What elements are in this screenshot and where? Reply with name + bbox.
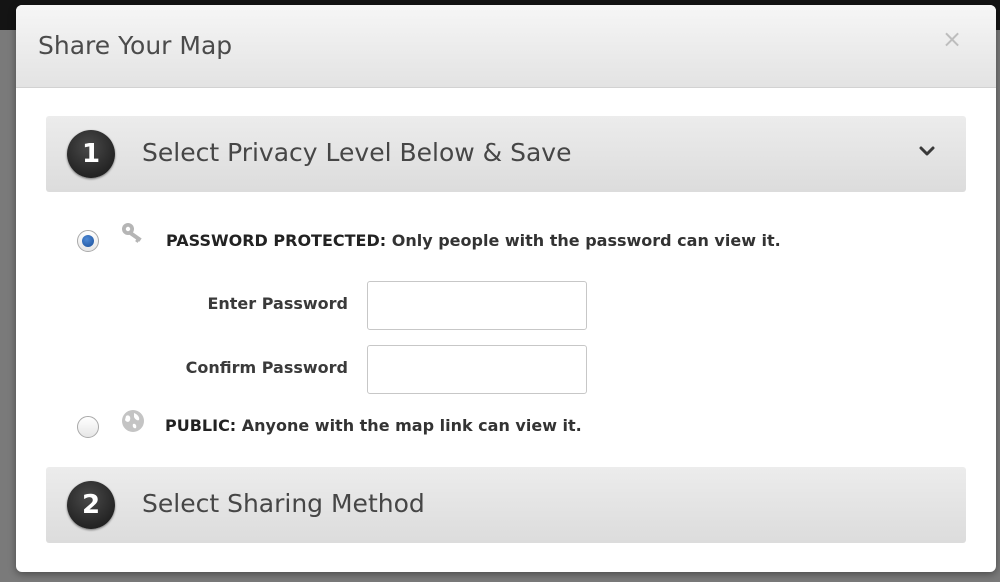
enter-password-label: Enter Password [207,294,348,313]
public-option-title: PUBLIC: [165,416,237,435]
share-map-modal: Share Your Map × 1 Select Privacy Level … [16,5,996,572]
step-privacy-level[interactable]: 1 Select Privacy Level Below & Save [46,116,966,192]
chevron-down-icon[interactable] [918,144,936,158]
close-icon[interactable]: × [940,27,964,51]
confirm-password-label: Confirm Password [185,358,348,377]
radio-public[interactable] [77,416,99,438]
password-option-description: Only people with the password can view i… [386,231,781,250]
modal-header: Share Your Map × [16,5,996,88]
step-number-badge: 2 [67,481,115,529]
globe-icon [122,410,144,432]
password-option-label: PASSWORD PROTECTED: Only people with the… [166,231,781,250]
public-option-description: Anyone with the map link can view it. [236,416,582,435]
modal-title: Share Your Map [38,31,233,60]
step-label: Select Privacy Level Below & Save [142,138,572,167]
step-label: Select Sharing Method [142,489,425,518]
key-icon [122,223,142,243]
radio-password-protected[interactable] [77,230,99,252]
step-sharing-method[interactable]: 2 Select Sharing Method [46,467,966,543]
step-number-badge: 1 [67,130,115,178]
enter-password-field[interactable] [367,281,587,330]
password-option-title: PASSWORD PROTECTED: [166,231,387,250]
public-option-label: PUBLIC: Anyone with the map link can vie… [165,416,582,435]
confirm-password-field[interactable] [367,345,587,394]
